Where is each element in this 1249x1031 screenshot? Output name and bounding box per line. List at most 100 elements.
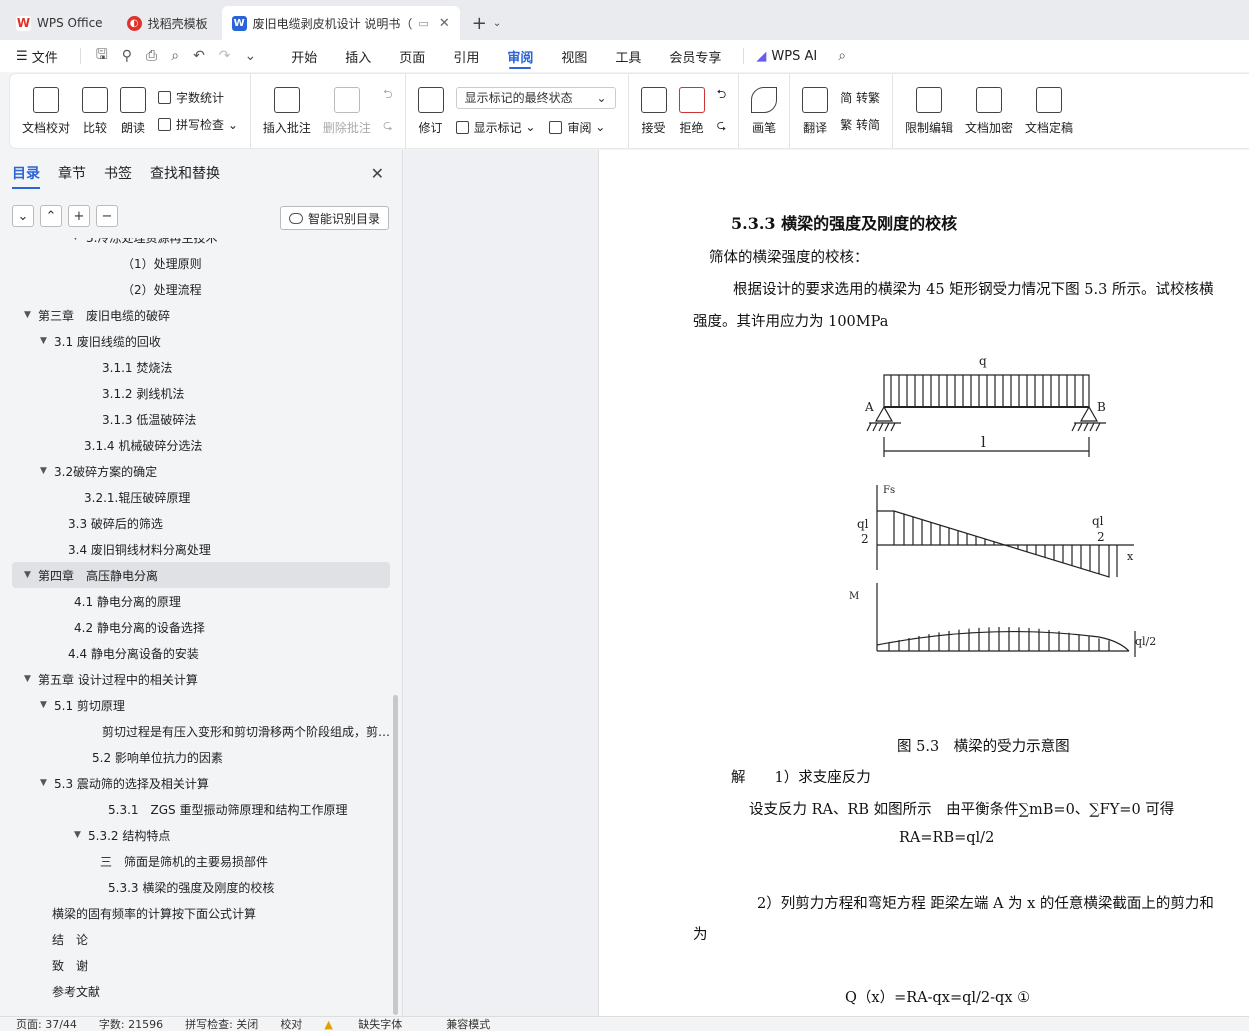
to-simplified-button[interactable]: 繁 转简: [840, 116, 880, 133]
tab-document[interactable]: W 废旧电缆剥皮机设计 说明书（ ▭ ✕: [221, 6, 460, 40]
proof-indicator[interactable]: 校对: [280, 1016, 302, 1031]
show-markup-button[interactable]: 显示标记 ⌄: [455, 119, 535, 136]
link-icon[interactable]: ⚲: [115, 48, 139, 64]
pen-button[interactable]: 画笔: [745, 74, 783, 148]
word-count-indicator[interactable]: 字数: 21596: [99, 1016, 163, 1031]
spell-check-button[interactable]: 拼写检查 ⌄: [158, 116, 238, 133]
toc-item[interactable]: 5.2 影响单位抗力的因素: [12, 744, 390, 770]
toc-item[interactable]: （2）处理流程: [12, 276, 390, 302]
expand-arrow-icon[interactable]: ▼: [24, 570, 38, 580]
reject-button[interactable]: 拒绝: [673, 74, 711, 148]
restrict-edit-button[interactable]: 限制编辑: [899, 74, 959, 148]
remove-icon[interactable]: −: [96, 205, 118, 227]
chevron-down-icon[interactable]: ⌄: [238, 48, 264, 64]
new-tab-button[interactable]: + ⌄: [464, 6, 509, 40]
toc-item[interactable]: 3.1.3 低温破碎法: [12, 406, 390, 432]
toc-item[interactable]: 3.1.1 焚烧法: [12, 354, 390, 380]
toc-item[interactable]: ▼ 第三章 废旧电缆的破碎: [12, 302, 390, 328]
redo-icon[interactable]: ↷: [212, 48, 238, 64]
word-count-button[interactable]: 字数统计: [158, 89, 238, 106]
expand-arrow-icon[interactable]: ▼: [72, 238, 86, 242]
translate-button[interactable]: 翻译: [796, 74, 834, 148]
review-pane-button[interactable]: 审阅 ⌄: [549, 119, 605, 136]
monitor-icon[interactable]: ▭: [418, 17, 428, 30]
spell-check-indicator[interactable]: 拼写检查: 关闭: [185, 1016, 258, 1031]
to-traditional-button[interactable]: 简 转繁: [840, 89, 880, 106]
read-aloud-button[interactable]: 朗读: [114, 74, 152, 148]
menu-insert[interactable]: 插入: [331, 40, 385, 72]
delete-comment-button[interactable]: 删除批注: [317, 74, 377, 148]
wps-ai-button[interactable]: ◢ WPS AI: [752, 40, 831, 72]
menu-references[interactable]: 引用: [439, 40, 493, 72]
toc-item[interactable]: 4.2 静电分离的设备选择: [12, 614, 390, 640]
expand-arrow-icon[interactable]: ▼: [40, 336, 54, 346]
toc-item[interactable]: 3.3 破碎后的筛选: [12, 510, 390, 536]
collapse-icon[interactable]: ⌃: [40, 205, 62, 227]
tab-bookmarks[interactable]: 书签: [104, 163, 132, 183]
next-comment-icon[interactable]: ⮎: [383, 116, 393, 137]
toc-item[interactable]: ▼ 第四章 高压静电分离: [12, 562, 390, 588]
doc-check-button[interactable]: 文档校对: [16, 74, 76, 148]
toc-item[interactable]: 横梁的固有频率的计算按下面公式计算: [12, 900, 390, 926]
toc-item[interactable]: ▼ 5.3.2 结构特点: [12, 822, 390, 848]
file-menu[interactable]: ☰ 文件: [14, 40, 72, 72]
menu-review[interactable]: 审阅: [493, 40, 547, 72]
tab-wps-office[interactable]: W WPS Office: [6, 6, 113, 40]
scrollbar[interactable]: [393, 695, 398, 1015]
toc-item[interactable]: 3.1.4 机械破碎分选法: [12, 432, 390, 458]
chevron-down-icon[interactable]: ⌄: [493, 18, 501, 29]
print-icon[interactable]: ⎙: [139, 48, 164, 64]
toc-item[interactable]: 5.3.1 ZGS 重型振动筛原理和结构工作原理: [12, 796, 390, 822]
tab-find-replace[interactable]: 查找和替换: [150, 163, 220, 183]
save-icon[interactable]: 🖫: [89, 44, 115, 68]
accept-button[interactable]: 接受: [635, 74, 673, 148]
toc-item[interactable]: ▼ 5.3 震动筛的选择及相关计算: [12, 770, 390, 796]
toc-item[interactable]: 剪切过程是有压入变形和剪切滑移两个阶段组成，剪…: [12, 718, 390, 744]
missing-font-indicator[interactable]: ▲ 缺失字体: [324, 1016, 424, 1031]
close-icon[interactable]: ✕: [371, 164, 384, 183]
toc-item[interactable]: ▼3.冷冻处理资源再生技术: [12, 238, 390, 250]
page-indicator[interactable]: 页面: 37/44: [16, 1016, 77, 1031]
prev-comment-icon[interactable]: ⮌: [383, 85, 393, 106]
insert-comment-button[interactable]: 插入批注: [257, 74, 317, 148]
toc-item[interactable]: 3.4 废旧铜线材料分离处理: [12, 536, 390, 562]
expand-arrow-icon[interactable]: ▼: [40, 700, 54, 710]
toc-item[interactable]: 致 谢: [12, 952, 390, 978]
undo-icon[interactable]: ↶: [186, 48, 212, 64]
tab-toc[interactable]: 目录: [12, 163, 40, 189]
print-preview-icon[interactable]: ⌕: [164, 48, 186, 64]
search-icon[interactable]: ⌕: [831, 48, 853, 64]
track-changes-button[interactable]: 修订: [412, 74, 450, 148]
encrypt-button[interactable]: 文档加密: [959, 74, 1019, 148]
menu-page[interactable]: 页面: [385, 40, 439, 72]
toc-item[interactable]: 结 论: [12, 926, 390, 952]
add-icon[interactable]: +: [68, 205, 90, 227]
expand-arrow-icon[interactable]: ▼: [40, 466, 54, 476]
toc-item[interactable]: ▼ 第五章 设计过程中的相关计算: [12, 666, 390, 692]
tab-chapters[interactable]: 章节: [58, 163, 86, 183]
finalize-button[interactable]: 文档定稿: [1019, 74, 1079, 148]
expand-arrow-icon[interactable]: ▼: [74, 830, 88, 840]
expand-arrow-icon[interactable]: ▼: [40, 778, 54, 788]
toc-item[interactable]: 4.4 静电分离设备的安装: [12, 640, 390, 666]
compare-button[interactable]: 比较: [76, 74, 114, 148]
toc-item[interactable]: 3.1.2 剥线机法: [12, 380, 390, 406]
markup-state-select[interactable]: 显示标记的最终状态 ⌄: [455, 86, 616, 109]
expand-icon[interactable]: ⌄: [12, 205, 34, 227]
close-icon[interactable]: ✕: [439, 16, 450, 31]
next-change-icon[interactable]: ⮎: [717, 116, 727, 137]
expand-arrow-icon[interactable]: ▼: [24, 674, 38, 684]
tab-docer[interactable]: ◐ 找稻壳模板: [117, 6, 218, 40]
prev-change-icon[interactable]: ⮌: [717, 85, 727, 106]
menu-tools[interactable]: 工具: [601, 40, 655, 72]
toc-item[interactable]: 5.3.3 横梁的强度及刚度的校核: [12, 874, 390, 900]
toc-item[interactable]: 4.1 静电分离的原理: [12, 588, 390, 614]
menu-start[interactable]: 开始: [277, 40, 331, 72]
toc-item[interactable]: 参考文献: [12, 978, 390, 1004]
toc-item[interactable]: ▼ 3.2破碎方案的确定: [12, 458, 390, 484]
menu-view[interactable]: 视图: [547, 40, 601, 72]
toc-item[interactable]: 三 筛面是筛机的主要易损部件: [12, 848, 390, 874]
smart-toc-button[interactable]: 智能识别目录: [279, 206, 389, 230]
expand-arrow-icon[interactable]: ▼: [24, 310, 38, 320]
toc-item[interactable]: （1）处理原则: [12, 250, 390, 276]
